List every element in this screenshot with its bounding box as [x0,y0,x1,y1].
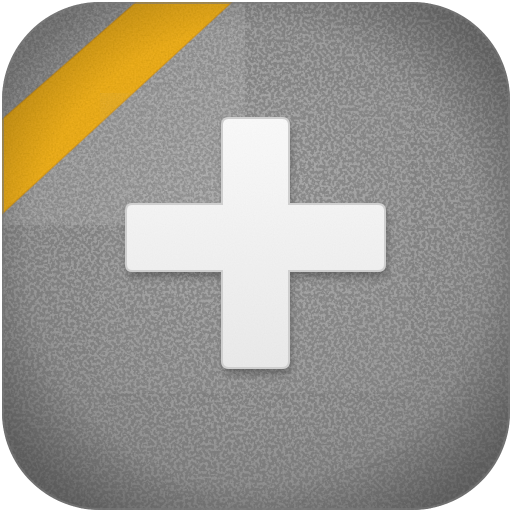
app-icon[interactable] [0,0,512,512]
add-plus-icon [2,2,510,510]
